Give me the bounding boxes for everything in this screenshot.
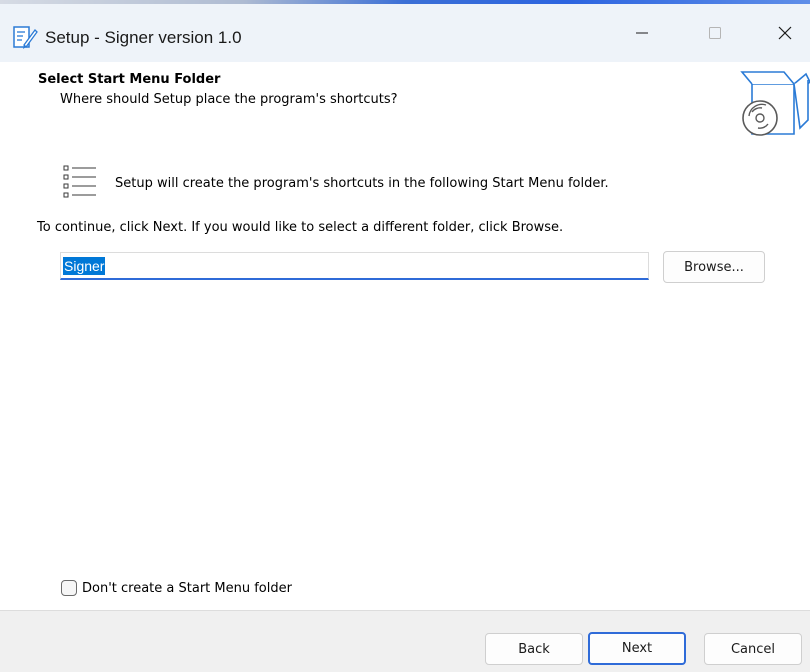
no-start-menu-folder-checkbox[interactable] bbox=[61, 580, 77, 596]
close-icon bbox=[778, 26, 792, 40]
maximize-button bbox=[681, 4, 749, 62]
button-bar bbox=[0, 610, 810, 672]
minimize-button[interactable] bbox=[608, 4, 676, 62]
cancel-button[interactable]: Cancel bbox=[704, 633, 802, 665]
setup-window: Setup - Signer version 1.0 Select Start … bbox=[0, 0, 810, 672]
window-title: Setup - Signer version 1.0 bbox=[45, 28, 242, 47]
close-button[interactable] bbox=[751, 4, 810, 62]
start-menu-folder-value: Signer bbox=[63, 257, 106, 275]
page-subtitle: Where should Setup place the program's s… bbox=[60, 92, 398, 107]
start-menu-folder-input[interactable]: Signer bbox=[60, 252, 649, 280]
next-button[interactable]: Next bbox=[588, 632, 686, 665]
browse-button[interactable]: Browse... bbox=[663, 251, 765, 283]
back-button[interactable]: Back bbox=[485, 633, 583, 665]
no-start-menu-folder-label[interactable]: Don't create a Start Menu folder bbox=[82, 581, 292, 596]
list-icon bbox=[63, 165, 96, 198]
shortcuts-info-text: Setup will create the program's shortcut… bbox=[115, 176, 609, 191]
maximize-icon bbox=[709, 27, 721, 39]
setup-app-icon bbox=[13, 26, 38, 49]
minimize-icon bbox=[636, 32, 648, 34]
box-with-disc-icon bbox=[740, 71, 810, 136]
page-title: Select Start Menu Folder bbox=[38, 72, 221, 87]
instruction-text: To continue, click Next. If you would li… bbox=[37, 220, 564, 235]
